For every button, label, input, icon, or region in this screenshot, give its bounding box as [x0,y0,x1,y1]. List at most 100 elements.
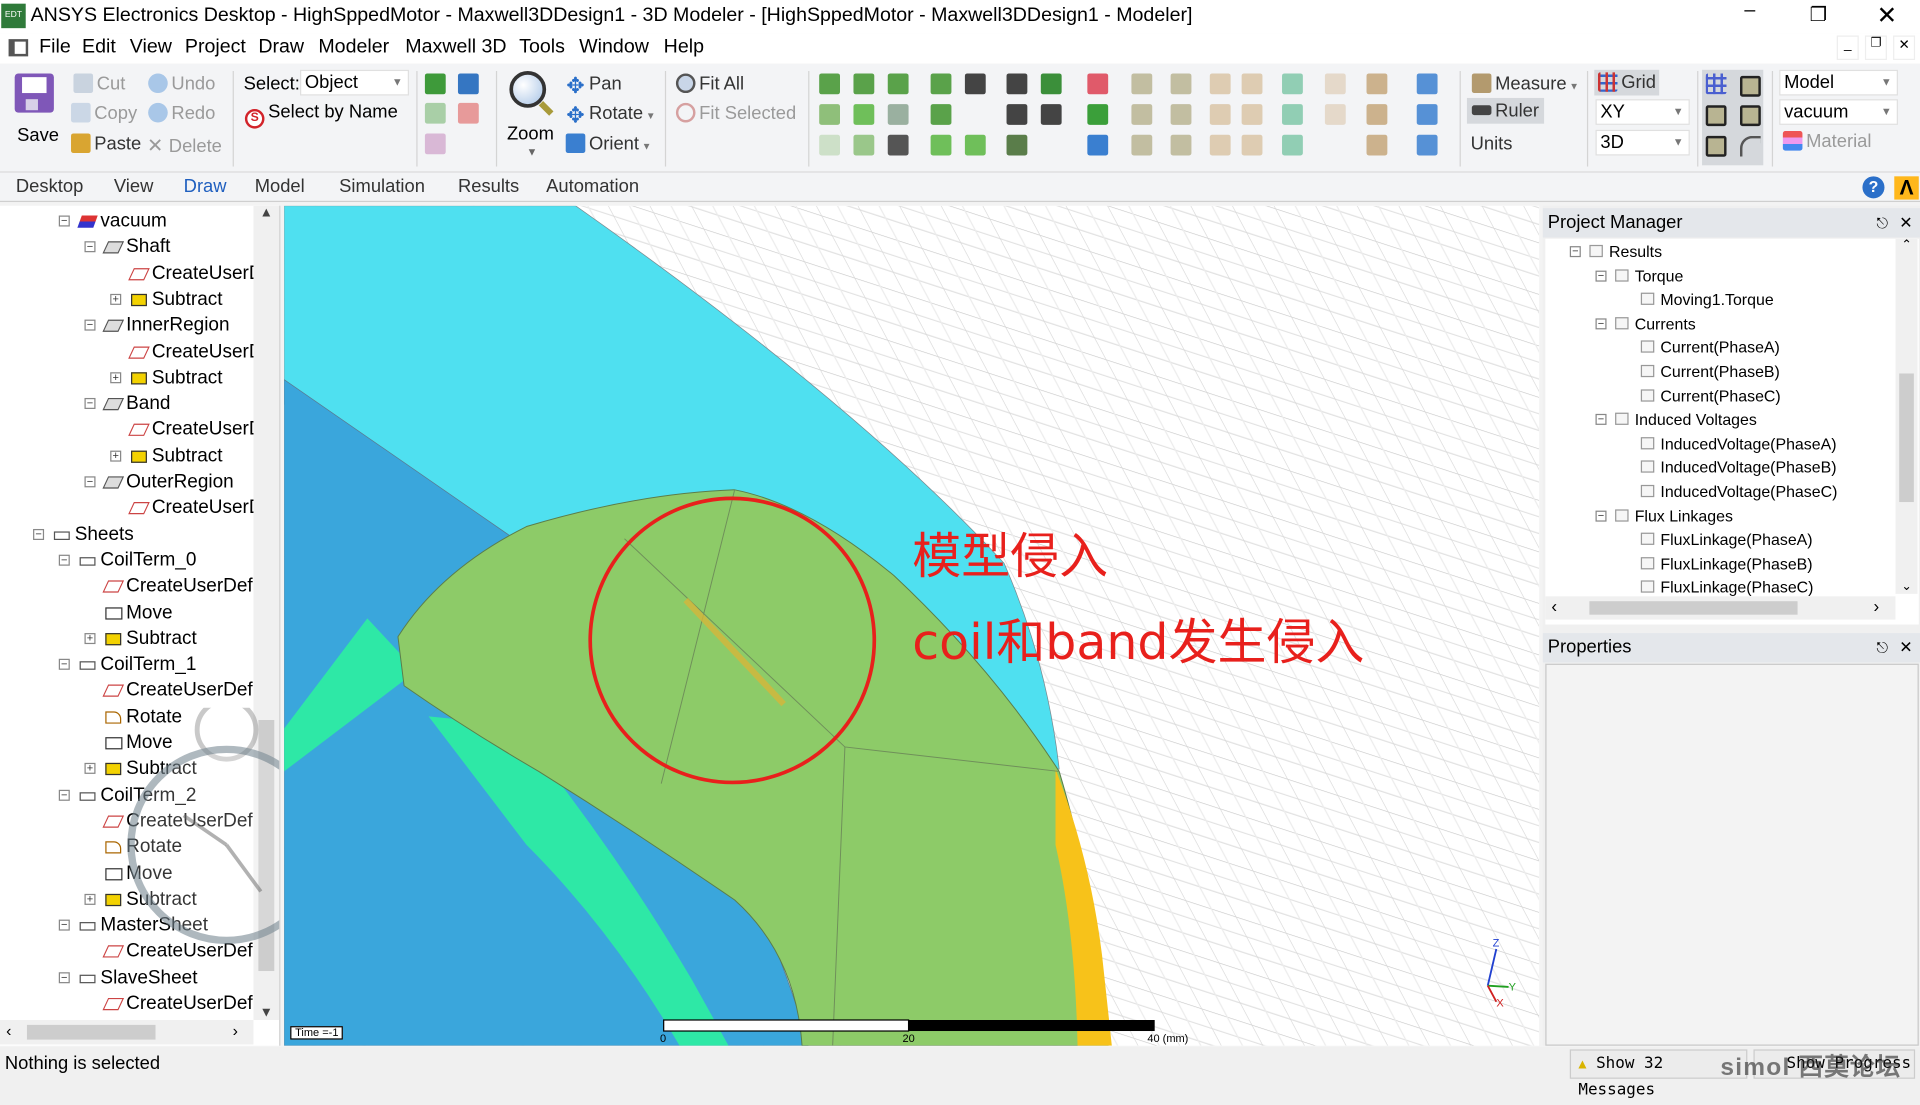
project-tree-item[interactable]: InducedVoltage(PhaseB) [1545,456,1895,479]
plane-icon[interactable] [1087,134,1109,156]
menu-help[interactable]: Help [664,37,704,59]
tree-item-subtract[interactable]: + Subtract [0,625,253,651]
tree-item-createuserdef[interactable]: CreateUserDef [0,573,253,599]
mdi-restore-button[interactable]: ❐ [1864,35,1887,60]
hide-object-icon[interactable] [424,102,446,124]
expand-toggle-icon[interactable]: + [110,450,122,462]
menu-view[interactable]: View [130,37,172,59]
tree-item-outerregion[interactable]: − OuterRegion [0,469,253,495]
paste-button[interactable]: Paste [71,133,141,154]
scrollbar-thumb[interactable] [1899,373,1914,503]
expand-toggle-icon[interactable]: − [58,919,70,931]
expand-toggle-icon[interactable]: − [1569,246,1581,258]
show-object-icon[interactable] [424,73,446,95]
tree-item-createuserdefinedpart[interactable]: CreateUserDefinedPart [0,495,279,521]
expand-toggle-icon[interactable]: − [58,554,70,566]
tab-results[interactable]: Results [458,176,519,197]
box-icon[interactable] [819,73,840,95]
tree-item-createuserdefinedpart[interactable]: CreateUserDefinedPart [0,417,279,443]
menu-edit[interactable]: Edit [82,37,116,59]
close-panel-icon[interactable]: ✕ [1899,208,1912,237]
close-panel-icon[interactable]: ✕ [1899,633,1912,662]
tab-simulation[interactable]: Simulation [339,176,425,197]
expand-toggle-icon[interactable]: − [84,241,96,253]
project-tree-item[interactable]: FluxLinkage(PhaseA) [1545,528,1895,551]
expand-toggle-icon[interactable]: − [1595,318,1607,330]
spline-icon[interactable] [1006,134,1028,156]
grid-plane-dropdown[interactable]: XY ▼ [1595,99,1690,125]
snap-arc-center-icon[interactable] [1740,135,1761,157]
3d-modeler-viewport[interactable]: 模型侵入 coil和band发生侵入 0 20 40 (mm) Z Y X Ti… [284,205,1540,1046]
help-icon[interactable]: ? [1862,176,1885,199]
expand-toggle-icon[interactable]: − [58,971,70,983]
snap-grid-icon[interactable] [1705,73,1727,95]
scrollbar-thumb[interactable] [26,1024,156,1040]
expand-toggle-icon[interactable]: + [110,293,122,305]
tree-item-sheets[interactable]: − Sheets [0,521,253,547]
select-mode-dropdown[interactable]: Object ▼ [300,69,409,96]
expand-toggle-icon[interactable]: + [110,371,122,384]
menu-maxwell-3d[interactable]: Maxwell 3D [405,37,506,59]
model-operation-icon[interactable] [1282,104,1303,125]
rectangle-icon[interactable] [930,73,952,95]
snap-face-center-icon[interactable] [1740,105,1761,127]
menu-window[interactable]: Window [579,37,649,59]
expand-toggle-icon[interactable]: − [84,476,96,488]
ellipse-icon[interactable] [930,104,952,125]
expand-toggle-icon[interactable]: + [84,632,96,644]
model-operation-icon[interactable] [1282,73,1303,95]
model-operation-icon[interactable] [1241,104,1263,125]
measure-button[interactable]: Measure ▼ [1471,73,1579,94]
pin-icon[interactable]: ⎋ [1877,633,1889,662]
arc-icon[interactable] [1006,104,1028,125]
project-tree-item[interactable]: − Results [1545,240,1895,263]
equation-surface-icon[interactable] [964,73,986,95]
grid-button[interactable]: Grid [1594,69,1660,96]
expand-toggle-icon[interactable]: − [1595,413,1607,426]
regular-polygon-icon[interactable] [964,134,986,156]
ruler-button[interactable]: Ruler [1466,97,1544,124]
model-operation-icon[interactable] [1366,134,1388,156]
sphere-icon[interactable] [853,104,875,125]
project-tree-item[interactable]: InducedVoltage(PhaseA) [1545,432,1895,455]
model-operation-icon[interactable] [1324,73,1346,95]
cut-button[interactable]: Cut [73,73,125,94]
project-tree-item[interactable]: Current(PhaseC) [1545,384,1895,407]
project-tree-item[interactable]: Current(PhaseA) [1545,336,1895,359]
model-operation-icon[interactable] [1170,134,1192,156]
project-tree-item[interactable]: Current(PhaseB) [1545,360,1895,383]
tree-item-shaft[interactable]: − Shaft [0,234,253,260]
expand-toggle-icon[interactable]: − [58,215,70,227]
menu-modeler[interactable]: Modeler [318,37,389,59]
pin-icon[interactable]: ⎋ [1877,208,1889,237]
tree-item-slavesheet[interactable]: − SlaveSheet [0,965,253,991]
expand-toggle-icon[interactable]: + [84,893,96,905]
expand-toggle-icon[interactable]: + [84,763,96,775]
menu-project[interactable]: Project [185,37,246,59]
cylinder-icon[interactable] [853,73,875,95]
model-operation-icon[interactable] [1131,134,1153,156]
model-operation-icon[interactable] [1241,73,1263,95]
center-arc-icon[interactable] [1040,104,1062,125]
tree-item-move[interactable]: Move [0,599,253,625]
torus-icon[interactable] [887,104,909,125]
hide-all-icon[interactable] [457,102,479,124]
menu-draw[interactable]: Draw [258,37,304,59]
model-operation-icon[interactable] [1209,73,1231,95]
spiral-icon[interactable] [853,134,875,156]
scrollbar-thumb[interactable] [1589,601,1798,615]
model-operation-icon[interactable] [1366,104,1388,125]
project-tree-item[interactable]: − Flux Linkages [1545,504,1895,527]
snap-quadrant-icon[interactable] [1705,135,1727,157]
show-all-icon[interactable] [457,73,479,95]
tree-item-createuserdef[interactable]: CreateUserDef [0,678,253,704]
model-operation-icon[interactable] [1416,104,1438,125]
tab-draw[interactable]: Draw [184,176,227,197]
expand-toggle-icon[interactable]: − [84,397,96,410]
tree-item-createuserdefinedpart[interactable]: CreateUserDefinedPart [0,339,279,365]
model-operation-icon[interactable] [1324,104,1346,125]
model-operation-icon[interactable] [1131,73,1153,95]
cone-icon[interactable] [819,104,840,125]
mdi-close-button[interactable]: ✕ [1893,35,1916,60]
pan-button[interactable]: ✥ Pan [566,73,621,96]
